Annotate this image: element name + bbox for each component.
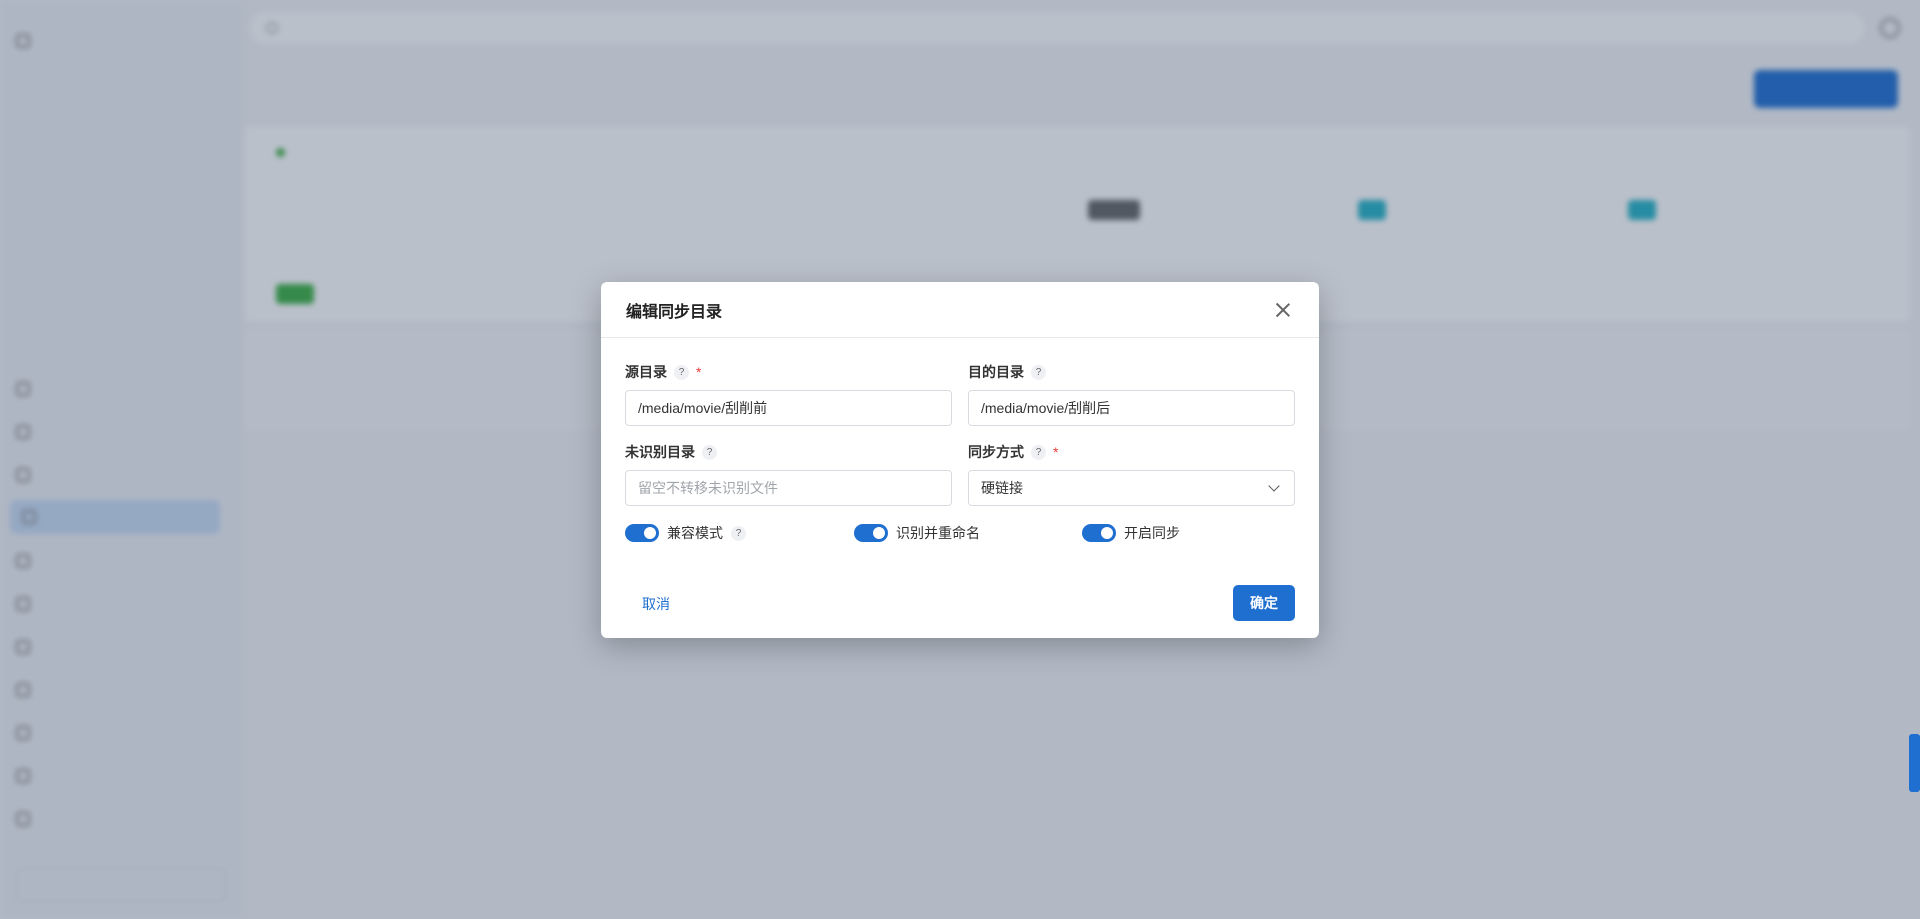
help-icon[interactable]: ? xyxy=(702,444,717,460)
toggle-knob xyxy=(1101,527,1113,539)
rename-toggle[interactable] xyxy=(854,524,888,542)
sync-mode-value: 硬链接 xyxy=(981,480,1023,496)
dialog-title: 编辑同步目录 xyxy=(626,303,723,321)
field-label: 源目录 ? * xyxy=(625,362,952,382)
target-dir-field: 目的目录 ? /media/movie/刮削后 xyxy=(968,362,1295,426)
field-label: 目的目录 ? xyxy=(968,362,1295,382)
sync-mode-select[interactable]: 硬链接 xyxy=(968,470,1295,506)
compat-mode-toggle[interactable] xyxy=(625,524,659,542)
help-icon[interactable]: ? xyxy=(674,364,689,380)
sync-mode-label: 同步方式 xyxy=(968,444,1024,460)
enable-sync-toggle[interactable] xyxy=(1082,524,1116,542)
scrollbar-handle[interactable] xyxy=(1909,734,1920,792)
help-icon[interactable]: ? xyxy=(1031,444,1046,460)
close-icon[interactable] xyxy=(1272,299,1294,321)
target-dir-label: 目的目录 xyxy=(968,364,1024,380)
compat-mode-label: 兼容模式 xyxy=(667,525,723,541)
rename-switch-row: 识别并重命名 xyxy=(854,523,980,543)
field-label: 未识别目录 ? xyxy=(625,442,952,462)
required-mark: * xyxy=(696,364,702,380)
target-dir-input[interactable]: /media/movie/刮削后 xyxy=(968,390,1295,426)
enable-sync-switch-row: 开启同步 xyxy=(1082,523,1180,543)
unrecognized-dir-field: 未识别目录 ? 留空不转移未识别文件 xyxy=(625,442,952,506)
compat-mode-switch-row: 兼容模式 ? xyxy=(625,523,746,543)
dialog-header: 编辑同步目录 xyxy=(601,282,1319,338)
enable-sync-label: 开启同步 xyxy=(1124,525,1180,541)
help-icon[interactable]: ? xyxy=(731,525,746,541)
confirm-button[interactable]: 确定 xyxy=(1233,585,1295,621)
unrecognized-dir-label: 未识别目录 xyxy=(625,444,695,460)
help-icon[interactable]: ? xyxy=(1031,364,1046,380)
toggle-knob xyxy=(644,527,656,539)
source-dir-field: 源目录 ? * /media/movie/刮削前 xyxy=(625,362,952,426)
cancel-button[interactable]: 取消 xyxy=(628,588,684,620)
chevron-down-icon xyxy=(1268,480,1280,492)
required-mark: * xyxy=(1053,444,1059,460)
unrecognized-dir-input[interactable]: 留空不转移未识别文件 xyxy=(625,470,952,506)
field-label: 同步方式 ? * xyxy=(968,442,1295,462)
toggle-knob xyxy=(873,527,885,539)
rename-label: 识别并重命名 xyxy=(896,525,980,541)
source-dir-input[interactable]: /media/movie/刮削前 xyxy=(625,390,952,426)
source-dir-label: 源目录 xyxy=(625,364,667,380)
sync-mode-field: 同步方式 ? * 硬链接 xyxy=(968,442,1295,506)
